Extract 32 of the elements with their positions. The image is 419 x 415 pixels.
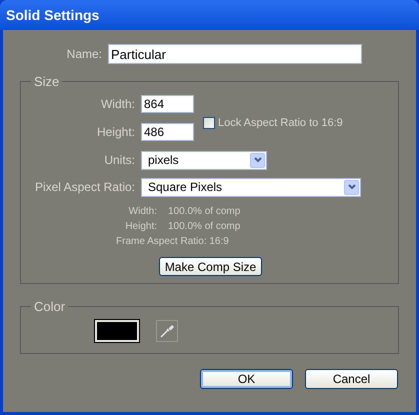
pixel-aspect-ratio-dropdown[interactable]: Square Pixels [141, 178, 361, 196]
color-swatch[interactable] [95, 320, 139, 342]
dropdown-value: Square Pixels [148, 179, 222, 196]
dropdown-button[interactable] [344, 180, 359, 194]
name-field[interactable]: Particular [108, 44, 362, 64]
make-comp-size-button[interactable]: Make Comp Size [159, 256, 262, 276]
units-dropdown[interactable]: pixels [141, 150, 267, 170]
chevron-down-icon [254, 157, 262, 163]
field-label: Pixel Aspect Ratio: [34, 179, 136, 196]
dialog-button[interactable]: Cancel [305, 369, 398, 389]
group-legend: Color [31, 297, 68, 316]
lock-checkbox[interactable] [203, 116, 215, 129]
dialog-button[interactable]: OK [200, 369, 293, 389]
group-legend: Size [31, 72, 62, 92]
field-label: Height: [96, 124, 136, 140]
window-title: Solid Settings [6, 6, 100, 25]
info-label: Width: [128, 204, 157, 216]
field-label: Units: [103, 152, 136, 169]
info-value: 100.0% of comp [168, 204, 240, 216]
field-label: Name: [66, 46, 103, 63]
dropdown-value: pixels [148, 152, 179, 169]
info-text: Frame Aspect Ratio: 16:9 [116, 234, 229, 246]
height-field[interactable]: 486 [141, 122, 194, 140]
checkbox-label: Lock Aspect Ratio to 16:9 [218, 116, 343, 130]
field-label: Width: [100, 96, 136, 112]
info-label: Height: [124, 220, 157, 232]
eyedropper-button[interactable] [156, 320, 178, 342]
dropdown-button[interactable] [250, 152, 265, 168]
eyedropper-icon [159, 322, 175, 338]
info-value: 100.0% of comp [168, 220, 240, 232]
width-field[interactable]: 864 [141, 94, 194, 112]
chevron-down-icon [348, 184, 356, 190]
